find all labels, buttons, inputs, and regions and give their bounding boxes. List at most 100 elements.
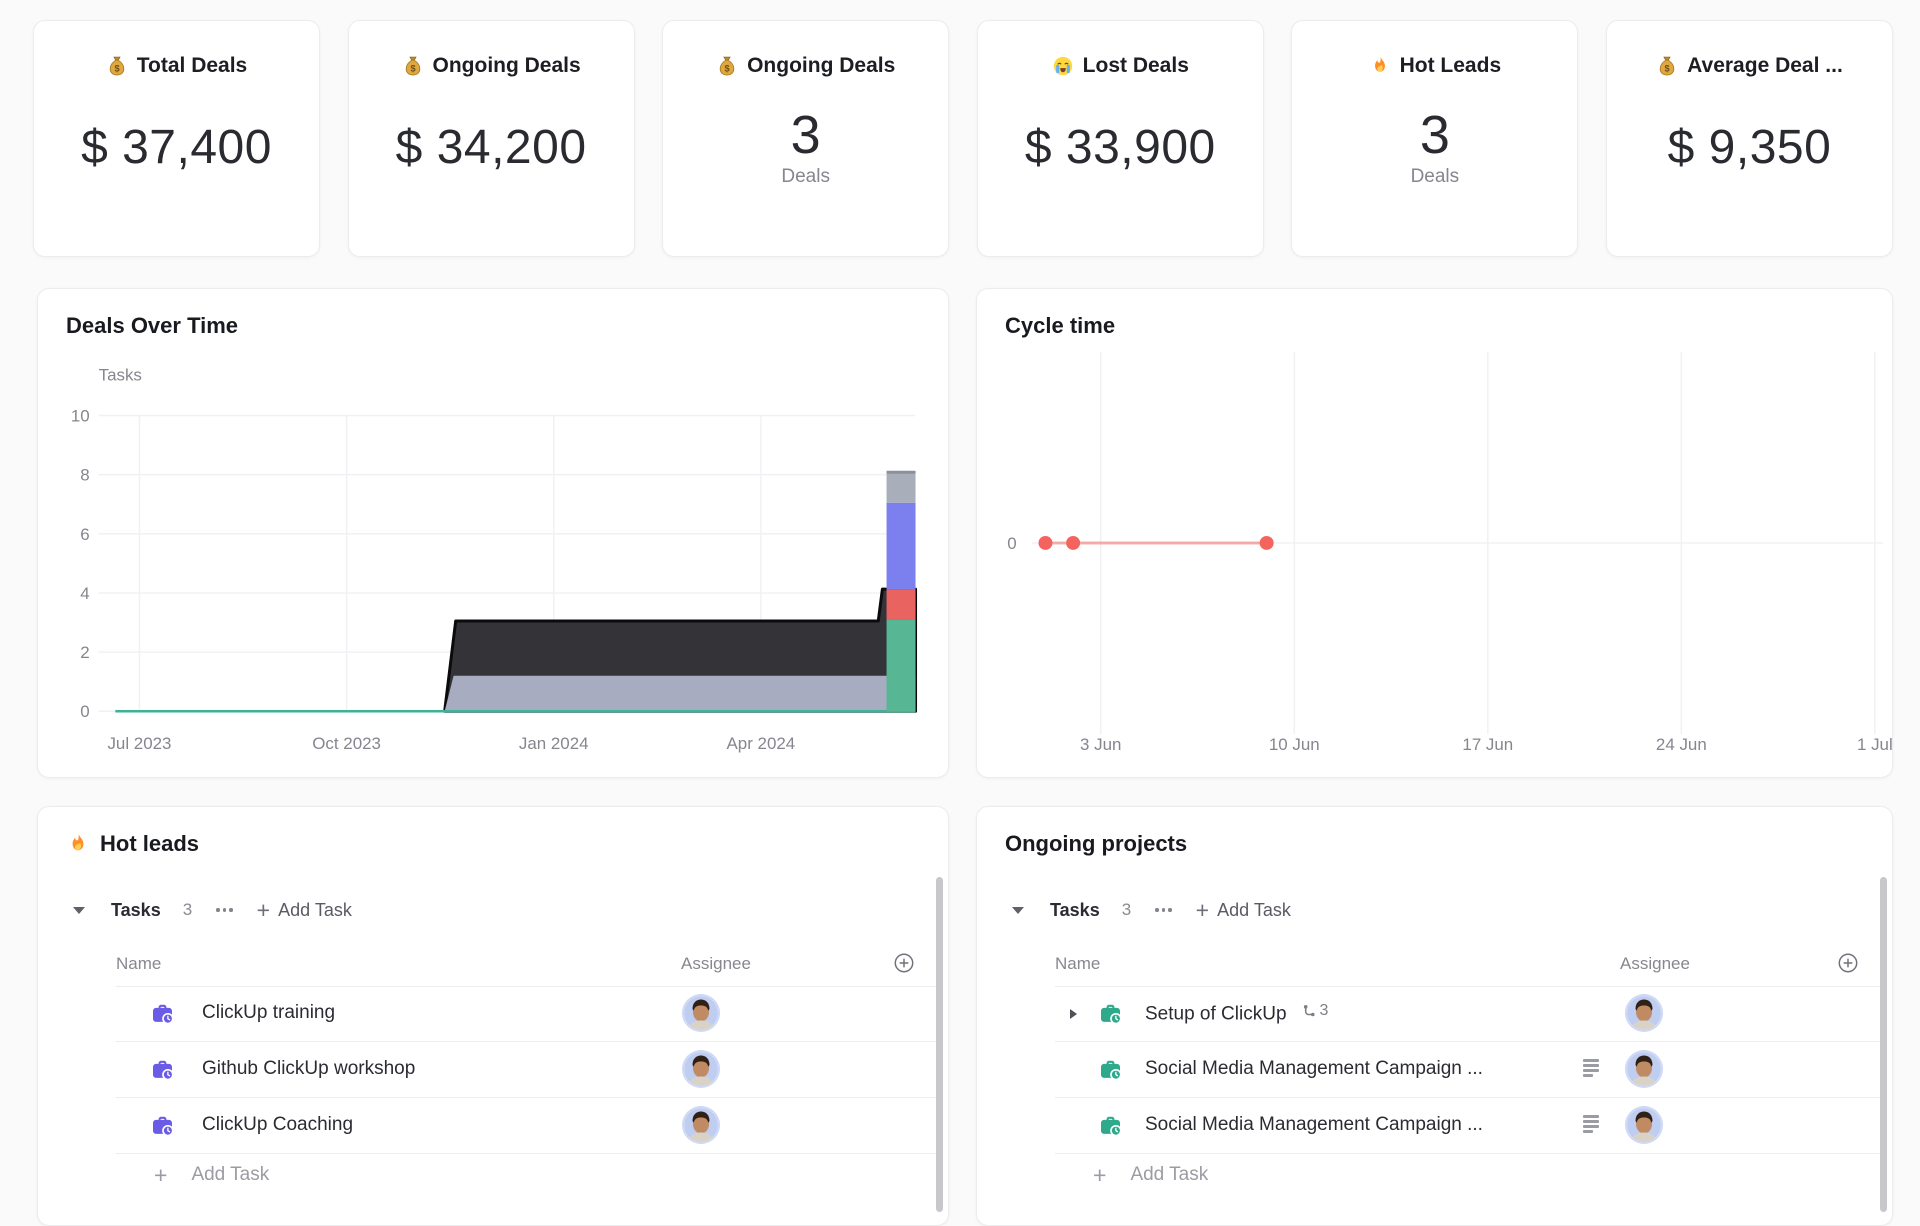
group-count: 3 — [1122, 900, 1131, 920]
kpi-unit: Deals — [781, 166, 830, 188]
svg-text:0: 0 — [80, 702, 89, 721]
task-rows: Setup of ClickUp3 Social Media Managemen… — [1055, 986, 1883, 1154]
svg-text:Jan 2024: Jan 2024 — [519, 734, 589, 753]
kpi-value: 3 — [791, 106, 821, 164]
task-name[interactable]: Social Media Management Campaign ... — [1145, 1114, 1483, 1136]
panel-title: Deals Over Time — [66, 313, 238, 339]
add-task-button[interactable]: + Add Task — [257, 900, 352, 921]
kpi-card-total-deals[interactable]: Total Deals $ 37,400 — [33, 20, 320, 257]
collapse-caret-icon[interactable] — [73, 907, 85, 914]
deals-over-time-panel: Deals Over Time Tasks1086420Jul 2023Oct … — [37, 288, 949, 778]
money-bag-icon — [402, 55, 424, 77]
assignee-avatar[interactable] — [1627, 1108, 1661, 1142]
task-row[interactable]: ClickUp training — [116, 986, 939, 1042]
task-briefcase-clock-icon — [1099, 1002, 1122, 1030]
task-row[interactable]: Github ClickUp workshop — [116, 1042, 939, 1098]
assignee-avatar[interactable] — [684, 996, 718, 1030]
add-task-row[interactable]: + Add Task — [116, 1164, 269, 1186]
kpi-card-ongoing-deals-count[interactable]: Ongoing Deals 3 Deals — [662, 20, 949, 257]
svg-text:8: 8 — [80, 466, 89, 485]
hot-leads-panel: Hot leads Tasks 3 + Add Task Name Assign… — [37, 806, 949, 1226]
task-name[interactable]: Social Media Management Campaign ... — [1145, 1058, 1483, 1080]
svg-text:4: 4 — [80, 584, 89, 603]
task-group-header: Tasks 3 + Add Task — [73, 895, 352, 925]
svg-text:0: 0 — [1007, 534, 1016, 553]
kpi-card-average-deal[interactable]: Average Deal ... $ 9,350 — [1606, 20, 1893, 257]
plus-icon: + — [1196, 900, 1209, 920]
kpi-value: $ 34,200 — [396, 122, 587, 174]
task-briefcase-clock-icon — [151, 1058, 174, 1086]
money-bag-icon — [716, 55, 738, 77]
kpi-card-hot-leads[interactable]: Hot Leads 3 Deals — [1291, 20, 1578, 257]
cycle-time-chart[interactable]: 3 Jun10 Jun17 Jun24 Jun1 Jul0 — [977, 289, 1892, 777]
column-headers: Name Assignee — [116, 943, 939, 987]
svg-text:Jul 2023: Jul 2023 — [107, 734, 171, 753]
task-row[interactable]: ClickUp Coaching — [116, 1098, 939, 1154]
kpi-card-title: Average Deal ... — [1656, 54, 1843, 78]
kpi-card-title: Lost Deals — [1052, 54, 1189, 78]
kpi-value: $ 9,350 — [1668, 122, 1832, 174]
task-group-header: Tasks 3 + Add Task — [1012, 895, 1291, 925]
add-task-label: Add Task — [278, 900, 352, 921]
task-briefcase-clock-icon — [1099, 1114, 1122, 1142]
add-column-icon[interactable] — [1836, 951, 1860, 980]
column-header-name: Name — [1055, 954, 1100, 974]
ongoing-projects-panel: Ongoing projects Tasks 3 + Add Task Name… — [976, 806, 1893, 1226]
plus-icon: + — [1093, 1165, 1106, 1185]
kpi-title-text: Average Deal ... — [1687, 54, 1843, 78]
task-row[interactable]: Social Media Management Campaign ... — [1055, 1098, 1883, 1154]
svg-text:Apr 2024: Apr 2024 — [727, 734, 796, 753]
vertical-scrollbar[interactable] — [1880, 877, 1887, 1212]
svg-text:10: 10 — [71, 406, 90, 425]
cycle-time-panel: Cycle time 3 Jun10 Jun17 Jun24 Jun1 Jul0 — [976, 288, 1893, 778]
vertical-scrollbar[interactable] — [936, 877, 943, 1212]
panel-title-text: Cycle time — [1005, 313, 1115, 339]
description-icon[interactable] — [1583, 1115, 1599, 1133]
task-briefcase-clock-icon — [1099, 1058, 1122, 1086]
deals-over-time-chart[interactable]: Tasks1086420Jul 2023Oct 2023Jan 2024Apr … — [38, 289, 948, 777]
add-task-label: Add Task — [1130, 1164, 1208, 1186]
kpi-card-title: Hot Leads — [1369, 54, 1502, 78]
assignee-avatar[interactable] — [1627, 996, 1661, 1030]
task-row[interactable]: Setup of ClickUp3 — [1055, 986, 1883, 1042]
plus-icon: + — [257, 900, 270, 920]
fire-icon — [66, 832, 90, 856]
money-bag-icon — [1656, 55, 1678, 77]
kpi-unit: Deals — [1411, 166, 1460, 188]
svg-text:3 Jun: 3 Jun — [1080, 735, 1121, 754]
kpi-card-title: Ongoing Deals — [716, 54, 895, 78]
money-bag-icon — [106, 55, 128, 77]
kpi-card-lost-deals[interactable]: Lost Deals $ 33,900 — [977, 20, 1264, 257]
expand-caret-icon[interactable] — [1070, 1009, 1077, 1019]
panel-title-text: Deals Over Time — [66, 313, 238, 339]
assignee-avatar[interactable] — [1627, 1052, 1661, 1086]
more-options-icon[interactable] — [214, 904, 235, 916]
kpi-title-text: Ongoing Deals — [747, 54, 895, 78]
add-task-label: Add Task — [1217, 900, 1291, 921]
kpi-card-ongoing-deals-value[interactable]: Ongoing Deals $ 34,200 — [348, 20, 635, 257]
add-task-button[interactable]: + Add Task — [1196, 900, 1291, 921]
group-label: Tasks — [1050, 900, 1100, 921]
column-headers: Name Assignee — [1055, 943, 1883, 987]
task-name[interactable]: Github ClickUp workshop — [202, 1058, 415, 1080]
svg-text:10 Jun: 10 Jun — [1269, 735, 1320, 754]
description-icon[interactable] — [1583, 1059, 1599, 1077]
add-task-row[interactable]: + Add Task — [1055, 1164, 1208, 1186]
collapse-caret-icon[interactable] — [1012, 907, 1024, 914]
task-row[interactable]: Social Media Management Campaign ... — [1055, 1042, 1883, 1098]
add-task-label: Add Task — [191, 1164, 269, 1186]
assignee-avatar[interactable] — [684, 1052, 718, 1086]
add-column-icon[interactable] — [892, 951, 916, 980]
svg-text:17 Jun: 17 Jun — [1462, 735, 1513, 754]
svg-text:2: 2 — [80, 643, 89, 662]
task-rows: ClickUp training Github ClickUp workshop… — [116, 986, 939, 1154]
task-name[interactable]: Setup of ClickUp3 — [1145, 1002, 1328, 1026]
assignee-avatar[interactable] — [684, 1108, 718, 1142]
task-name[interactable]: ClickUp training — [202, 1002, 335, 1024]
task-name[interactable]: ClickUp Coaching — [202, 1114, 353, 1136]
kpi-row: Total Deals $ 37,400 Ongoing Deals $ 34,… — [33, 20, 1893, 257]
kpi-card-title: Ongoing Deals — [402, 54, 581, 78]
loudly-crying-face-icon — [1052, 55, 1074, 77]
more-options-icon[interactable] — [1153, 904, 1174, 916]
fire-icon — [1369, 55, 1391, 77]
